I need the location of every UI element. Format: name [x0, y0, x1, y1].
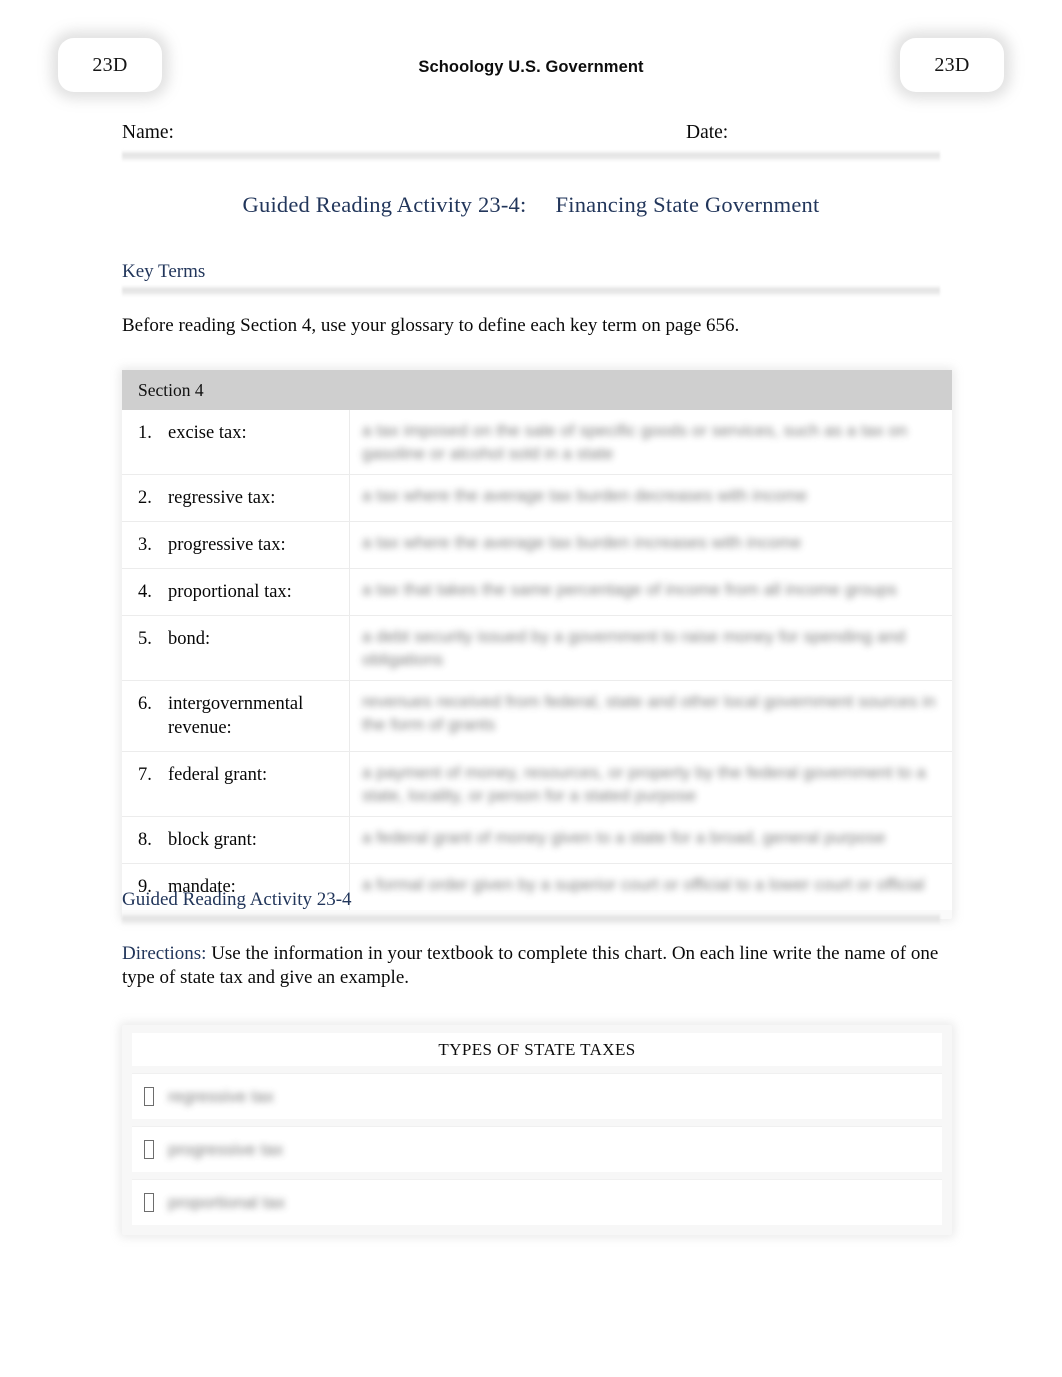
key-term-answer[interactable]: a tax where the average tax burden incre… [350, 522, 952, 568]
key-term-answer[interactable]: a tax imposed on the sale of specific go… [350, 410, 952, 474]
key-term-answer[interactable]: a debt security issued by a government t… [350, 616, 952, 680]
table-row: 8. block grant: a federal grant of money… [122, 817, 952, 864]
state-tax-answer[interactable]: proportional tax [168, 1193, 285, 1213]
activity-heading: Guided Reading Activity 23-4 [122, 889, 352, 910]
key-term-label: bond: [168, 629, 211, 649]
key-terms-instruction: Before reading Section 4, use your gloss… [122, 315, 740, 336]
key-term-number: 6. [138, 694, 152, 714]
key-term-label: progressive tax: [168, 535, 286, 555]
key-term-number: 7. [138, 765, 152, 785]
directions-label: Directions: [122, 943, 207, 964]
key-term-cell: 5. bond: [122, 616, 350, 680]
key-terms-heading: Key Terms [122, 261, 206, 282]
running-header-title: Schoology U.S. Government [418, 58, 644, 76]
key-term-cell: 2. regressive tax: [122, 475, 350, 521]
key-term-answer[interactable]: revenues received from federal, state an… [350, 681, 952, 751]
table-row: proportional tax [132, 1179, 942, 1225]
table-row: 1. excise tax: a tax imposed on the sale… [122, 410, 952, 475]
table-row: progressive tax [132, 1126, 942, 1172]
key-term-answer[interactable]: a payment of money, resources, or proper… [350, 752, 952, 816]
key-term-answer[interactable]: a tax that takes the same percentage of … [350, 569, 952, 615]
name-date-divider [122, 150, 940, 162]
key-term-answer[interactable]: a formal order given by a superior court… [350, 864, 952, 910]
key-term-cell: 8. block grant: [122, 817, 350, 863]
key-term-cell: 4. proportional tax: [122, 569, 350, 615]
key-term-cell: 6. intergovernmental revenue: [122, 681, 350, 751]
key-term-number: 4. [138, 582, 152, 602]
key-term-answer[interactable]: a tax where the average tax burden decre… [350, 475, 952, 521]
key-term-cell: 1. excise tax: [122, 410, 350, 474]
table-row: 2. regressive tax: a tax where the avera… [122, 475, 952, 522]
key-term-label: block grant: [168, 830, 257, 850]
key-term-label: intergovernmental revenue: [168, 694, 304, 738]
key-term-label: regressive tax: [168, 488, 276, 508]
key-terms-table: Section 4 1. excise tax: a tax imposed o… [122, 370, 952, 919]
table-row: 3. progressive tax: a tax where the aver… [122, 522, 952, 569]
table-row: 6. intergovernmental revenue: revenues r… [122, 681, 952, 752]
page-title: Guided Reading Activity 23-4: Financing … [242, 192, 820, 217]
key-term-number: 8. [138, 830, 152, 850]
activity-divider [122, 913, 940, 925]
table-row: 5. bond: a debt security issued by a gov… [122, 616, 952, 681]
key-terms-table-header: Section 4 [122, 370, 952, 410]
key-term-label: excise tax: [168, 423, 247, 443]
key-term-number: 3. [138, 535, 152, 555]
state-taxes-table: TYPES OF STATE TAXES regressive tax prog… [122, 1025, 952, 1235]
table-row: regressive tax [132, 1073, 942, 1119]
state-tax-answer[interactable]: regressive tax [168, 1087, 274, 1107]
document-page: 23D 23D Schoology U.S. Government Name: … [0, 0, 1062, 1377]
table-row: 7. federal grant: a payment of money, re… [122, 752, 952, 817]
tofu-box-bullet-icon [144, 1193, 154, 1212]
state-tax-answer[interactable]: progressive tax [168, 1140, 283, 1160]
table-row: 4. proportional tax: a tax that takes th… [122, 569, 952, 616]
key-term-cell: 3. progressive tax: [122, 522, 350, 568]
directions-text: Use the information in your textbook to … [122, 943, 939, 988]
state-taxes-table-title: TYPES OF STATE TAXES [132, 1033, 942, 1066]
date-label: Date: [686, 122, 729, 143]
directions-paragraph: Directions: Use the information in your … [122, 942, 940, 990]
key-term-number: 1. [138, 423, 152, 443]
name-label: Name: [122, 122, 174, 143]
key-term-label: federal grant: [168, 765, 268, 785]
key-term-number: 5. [138, 629, 152, 649]
key-term-answer[interactable]: a federal grant of money given to a stat… [350, 817, 952, 863]
key-terms-divider [122, 285, 940, 297]
key-term-cell: 7. federal grant: [122, 752, 350, 816]
tofu-box-bullet-icon [144, 1087, 154, 1106]
key-term-label: proportional tax: [168, 582, 292, 602]
key-term-number: 2. [138, 488, 152, 508]
tofu-box-bullet-icon [144, 1140, 154, 1159]
